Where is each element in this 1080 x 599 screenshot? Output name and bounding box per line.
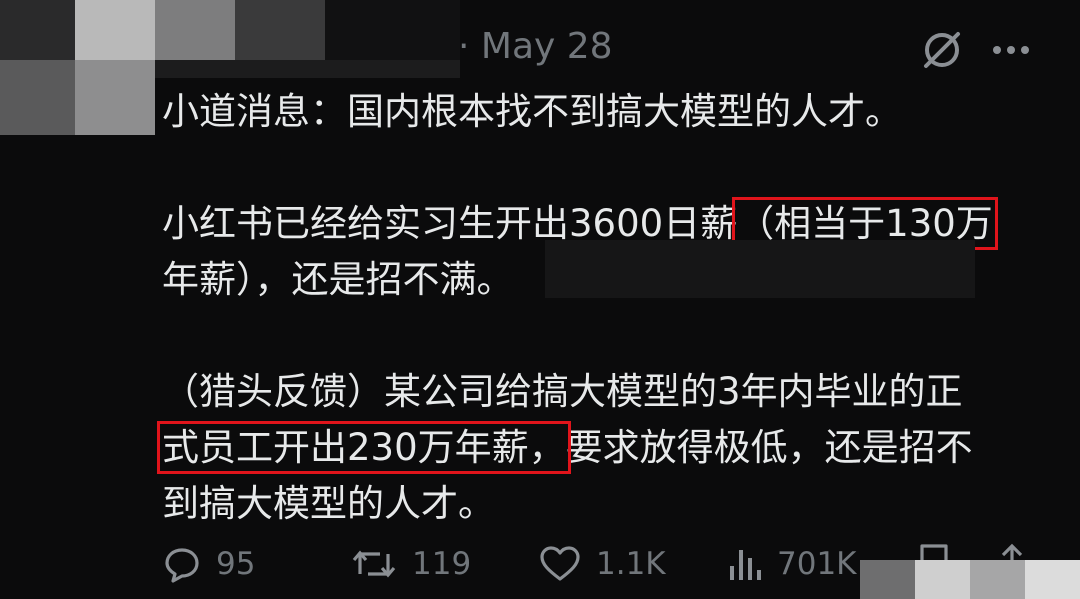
post-paragraph-3-line-3: 到搞大模型的人才。 [162,482,495,525]
like-button[interactable]: 1.1K [538,536,666,592]
views-button[interactable]: 701K [727,536,857,592]
post-date[interactable]: May 28 [481,26,613,67]
views-count: 701K [777,546,857,582]
post-line-1: 小道消息：国内根本找不到搞大模型的人才。 [162,90,902,133]
like-count: 1.1K [596,546,666,582]
repost-count: 119 [412,546,472,582]
para3-line2-rest: 要求放得极低，还是招不 [565,426,973,469]
repost-button[interactable]: 119 [350,536,471,592]
reply-icon [165,548,199,583]
views-bar-chart-icon [730,550,761,580]
heart-icon [540,546,580,581]
censor-band [545,240,975,298]
grok-slash-circle-icon[interactable] [918,26,966,74]
highlighted-salary-equivalent: （相当于130万 [732,197,998,250]
para2-suffix: ，还是招不满。 [254,258,514,301]
para2-highlight-cont: 年薪） [162,258,255,301]
more-horizontal-icon[interactable] [990,40,1032,60]
censored-corner [860,560,1080,599]
post-text: 小道消息：国内根本找不到搞大模型的人才。 小红书已经给实习生开出3600日薪（相… [157,84,1042,532]
post-paragraph-3-line-2: 式员工开出230万年薪，要求放得极低，还是招不 [157,420,1042,476]
highlighted-annual-salary: 式员工开出230万年薪， [157,421,571,474]
post-meta: · May 28 [458,26,613,67]
meta-separator: · [458,26,470,67]
post-paragraph-3-line-1: （猎头反馈）某公司给搞大模型的3年内毕业的正 [162,370,963,413]
repost-icon [352,550,396,578]
reply-button[interactable]: 95 [162,536,255,592]
reply-count: 95 [216,546,256,582]
para2-prefix: 小红书已经给实习生开出3600日薪 [162,202,738,245]
